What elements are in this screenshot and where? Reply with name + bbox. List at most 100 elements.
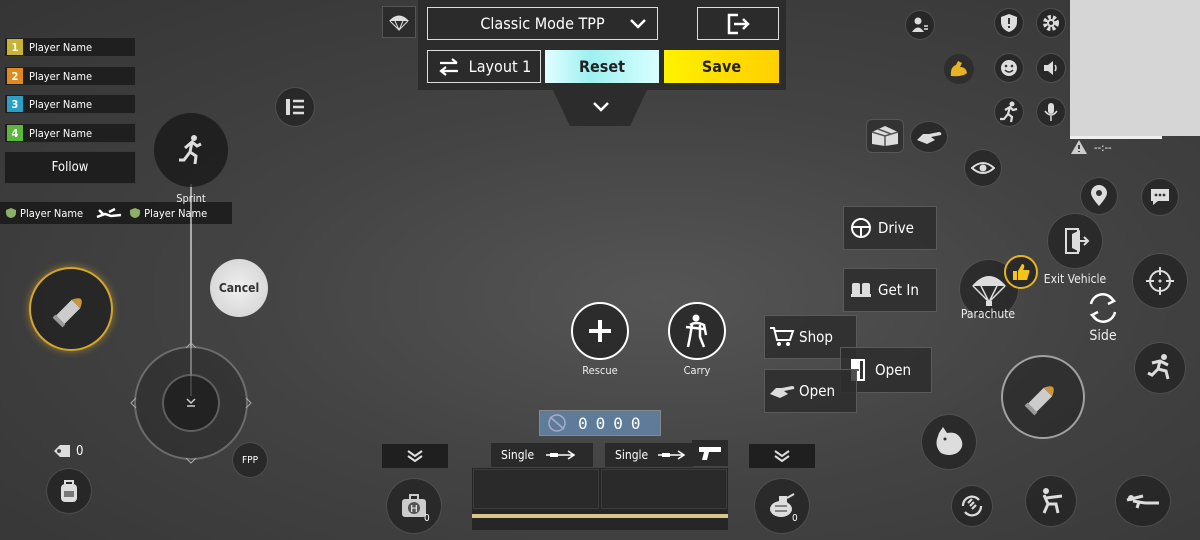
cancel-label: Cancel: [218, 281, 260, 295]
pickup-button[interactable]: [910, 121, 948, 153]
exit-icon: [727, 13, 750, 34]
carry-label: Carry: [683, 364, 711, 377]
muscle-icon: [950, 61, 967, 77]
weapon-mode-2[interactable]: Single: [605, 443, 693, 467]
knockdown-icon: [96, 207, 122, 219]
cart-icon: [770, 327, 795, 346]
gear-icon: [1043, 15, 1059, 31]
parachute-label: Parachute: [960, 307, 1016, 321]
thumbs-up-badge[interactable]: [1004, 255, 1038, 289]
rescue-label: Rescue: [582, 364, 618, 377]
open-hand-label: Open: [799, 382, 836, 400]
weapon-bar-stripe: [472, 514, 728, 518]
kill-feed-killer: Player Name: [20, 206, 84, 220]
chevron-down-icon[interactable]: [591, 100, 611, 114]
shop-label: Shop: [799, 328, 833, 346]
follow-label: Follow: [51, 160, 89, 175]
dog-icon: [936, 427, 963, 455]
kill-feed-victim: Player Name: [144, 206, 208, 220]
team-name: Player Name: [29, 97, 93, 111]
kill-feed: Player Name Player Name: [0, 202, 232, 224]
mic-button[interactable]: [1036, 97, 1066, 127]
fpp-button[interactable]: FPP: [232, 442, 268, 478]
speaker-button[interactable]: [1036, 53, 1066, 83]
sprint-button[interactable]: [154, 113, 228, 187]
heal-expand-button[interactable]: [382, 444, 448, 468]
prone-icon: [1126, 494, 1159, 509]
ammo-counter-value: 0000: [578, 413, 649, 433]
fire-button-right[interactable]: [1001, 355, 1085, 439]
layout-label: Layout 1: [468, 57, 532, 76]
settings-button[interactable]: [1036, 8, 1066, 38]
team-number: 3: [7, 96, 23, 112]
minimap[interactable]: [1070, 0, 1200, 136]
rescue-button[interactable]: [571, 302, 629, 360]
side-label: Side: [1089, 328, 1117, 344]
drive-button[interactable]: Drive: [843, 206, 937, 250]
mode-select[interactable]: Classic Mode TPP: [427, 7, 658, 40]
hand-icon: [917, 132, 942, 144]
weapon-slot-2[interactable]: [601, 469, 727, 509]
grenade-button[interactable]: [754, 478, 810, 534]
reset-button[interactable]: Reset: [545, 50, 659, 83]
minimap-status-text: --:--: [1094, 140, 1112, 154]
chat-button[interactable]: [1141, 178, 1179, 216]
crate-button[interactable]: [866, 119, 904, 153]
emote-button[interactable]: [994, 53, 1024, 83]
cancel-button[interactable]: Cancel: [210, 259, 268, 317]
chevron-down-icon: [630, 19, 646, 29]
crouch-button[interactable]: [1025, 475, 1077, 527]
svg-text:H: H: [410, 504, 418, 515]
throwable-count: 0: [76, 443, 84, 459]
follow-button[interactable]: Follow: [4, 151, 136, 184]
team-up-button[interactable]: [905, 10, 935, 40]
sprint-label: Sprint: [176, 192, 206, 205]
joystick-arrows: [130, 342, 252, 464]
heal-button[interactable]: H: [386, 478, 442, 534]
backpack-button[interactable]: [46, 468, 92, 514]
jump-button[interactable]: [1134, 342, 1186, 394]
map-marker-button[interactable]: [1080, 177, 1118, 215]
report-button[interactable]: [994, 8, 1024, 38]
layout-switch-button[interactable]: Layout 1: [427, 50, 541, 83]
team-number: 2: [7, 68, 23, 84]
save-button[interactable]: Save: [664, 50, 779, 83]
fire-mode-label: Single: [615, 448, 649, 462]
reset-label: Reset: [578, 57, 626, 76]
smile-icon: [1001, 60, 1017, 76]
mount-button[interactable]: [921, 414, 977, 470]
fire-mode-label: Single: [501, 448, 535, 462]
chat-icon: [1151, 189, 1169, 205]
prone-button[interactable]: [1115, 475, 1171, 527]
shield-icon: [130, 208, 141, 218]
eye-icon: [971, 162, 995, 174]
pistol-slot[interactable]: [692, 440, 728, 466]
carry-icon: [685, 314, 708, 348]
car-door-icon: [1065, 228, 1090, 254]
speaker-icon: [1044, 61, 1057, 75]
run-button[interactable]: [994, 97, 1024, 127]
carry-button[interactable]: [668, 302, 726, 360]
peek-button[interactable]: [964, 149, 1002, 187]
strength-button[interactable]: [944, 54, 974, 84]
no-ammo-icon: [548, 414, 566, 432]
weapon-mode-1[interactable]: Single: [491, 443, 593, 467]
parachute-small-icon[interactable]: [382, 6, 416, 38]
open-hand-button[interactable]: Open: [764, 369, 857, 413]
seat-icon: [851, 283, 871, 297]
minimap-status: --:--: [1070, 139, 1112, 155]
crouch-icon: [1042, 488, 1063, 514]
reload-icon: [961, 495, 983, 517]
bag-list-button[interactable]: [275, 87, 315, 127]
reload-button[interactable]: [951, 485, 993, 527]
exit-vehicle-button[interactable]: [1047, 213, 1103, 269]
get-in-button[interactable]: Get In: [843, 268, 937, 312]
scope-button[interactable]: [1132, 253, 1188, 309]
exit-layout-button[interactable]: [697, 7, 779, 40]
fire-button-left[interactable]: [29, 267, 113, 351]
open-door-label: Open: [875, 361, 912, 379]
weapon-slot-1[interactable]: [473, 469, 599, 509]
thumbs-up-icon: [1013, 264, 1030, 280]
grenade-expand-button[interactable]: [749, 444, 815, 468]
switch-side-icon[interactable]: [1085, 290, 1121, 326]
